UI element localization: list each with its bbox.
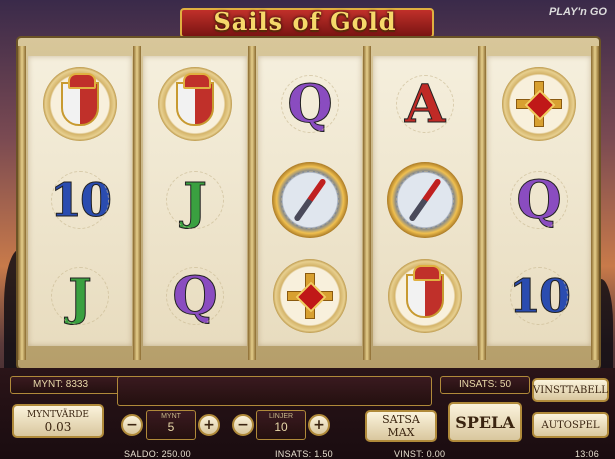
reel-2: JQ: [143, 56, 247, 346]
reel-divider: [248, 46, 256, 360]
bet-display-label: INSATS: 50: [458, 379, 512, 390]
plus-icon: +: [313, 417, 325, 433]
reel-divider: [478, 46, 486, 360]
symbol-q: Q: [487, 152, 591, 248]
symbol-ten: 10: [487, 248, 591, 344]
spin-button[interactable]: SPELA: [448, 402, 522, 442]
coins-stepper-label: MYNT: [161, 413, 181, 420]
crown-icon: [183, 73, 211, 89]
jeweled-cross-icon: [287, 273, 333, 319]
crown-icon: [413, 265, 441, 281]
cross-medallion: [273, 259, 347, 333]
symbol-royal-crest-icon: [28, 56, 132, 152]
lines-stepper-value: 10: [274, 420, 288, 434]
minus-icon: −: [237, 417, 249, 433]
compass-rose-background: [510, 267, 568, 325]
compass-rose-background: [281, 75, 339, 133]
bet-max-button-label: SATSA MAX: [382, 413, 420, 439]
clock: 13:06: [575, 449, 600, 459]
symbol-jeweled-cross-icon: [258, 248, 362, 344]
lines-stepper: LINJER 10: [256, 410, 306, 440]
paytable-button[interactable]: VINSTTABELL: [532, 378, 609, 402]
reel-1: 10 J: [28, 56, 132, 346]
symbol-j: J: [143, 152, 247, 248]
cross-medallion: [502, 67, 576, 141]
autoplay-button[interactable]: AUTOSPEL: [532, 412, 609, 438]
compass-rose-background: [510, 171, 568, 229]
symbol-a: A: [373, 56, 477, 152]
coins-display-label: MYNT: 8333: [33, 379, 89, 390]
coins-stepper-value: 5: [167, 420, 175, 434]
crest-medallion: [158, 67, 232, 141]
reel-divider: [591, 46, 599, 360]
symbol-compass-icon: [258, 152, 362, 248]
lines-minus-button[interactable]: −: [232, 414, 254, 436]
crest-medallion: [388, 259, 462, 333]
crest-medallion: [43, 67, 117, 141]
symbol-ten: 10: [28, 152, 132, 248]
crown-icon: [68, 73, 96, 89]
lines-plus-button[interactable]: +: [308, 414, 330, 436]
coins-display: MYNT: 8333: [10, 376, 134, 394]
paytable-button-label: VINSTTABELL: [533, 384, 608, 396]
coin-value: 0.03: [44, 420, 72, 434]
message-display: [117, 376, 432, 406]
reel-4: A: [373, 56, 477, 346]
win-status: VINST: 0.00: [394, 449, 446, 459]
minus-icon: −: [126, 417, 138, 433]
compass-rose-background: [51, 267, 109, 325]
game-title: Sails of Gold: [213, 7, 397, 36]
provider-logo: PLAY'n GO: [548, 6, 607, 18]
game-title-banner: Sails of Gold: [180, 2, 434, 42]
bet-status: INSATS: 1.50: [275, 449, 333, 459]
symbol-q: Q: [143, 248, 247, 344]
compass-rose-background: [396, 75, 454, 133]
symbol-q: Q: [258, 56, 362, 152]
bet-display: INSATS: 50: [440, 376, 530, 394]
coins-plus-button[interactable]: +: [198, 414, 220, 436]
reel-divider: [18, 46, 26, 360]
reel-5: Q 10: [487, 56, 591, 346]
coins-minus-button[interactable]: −: [121, 414, 143, 436]
lines-stepper-label: LINJER: [268, 413, 294, 420]
compass-rose-background: [166, 267, 224, 325]
plus-icon: +: [203, 417, 215, 433]
autoplay-button-label: AUTOSPEL: [541, 419, 600, 431]
coins-stepper: MYNT 5: [146, 410, 196, 440]
jeweled-cross-icon: [516, 81, 562, 127]
symbol-royal-crest-icon: [143, 56, 247, 152]
reel-3: Q: [258, 56, 362, 346]
compass-rose-background: [166, 171, 224, 229]
symbol-compass-icon: [373, 152, 477, 248]
reels-frame: 10 J J Q Q A Q 10: [18, 38, 599, 368]
symbol-jeweled-cross-icon: [487, 56, 591, 152]
symbol-j: J: [28, 248, 132, 344]
coin-value-selector[interactable]: MYNTVÄRDE 0.03: [12, 404, 104, 438]
symbol-royal-crest-icon: [373, 248, 477, 344]
compass-rose-background: [51, 171, 109, 229]
reel-divider: [133, 46, 141, 360]
spin-button-label: SPELA: [455, 412, 515, 432]
balance-status: SALDO: 250.00: [124, 449, 191, 459]
reel-divider: [363, 46, 371, 360]
bet-max-button[interactable]: SATSA MAX: [365, 410, 437, 442]
